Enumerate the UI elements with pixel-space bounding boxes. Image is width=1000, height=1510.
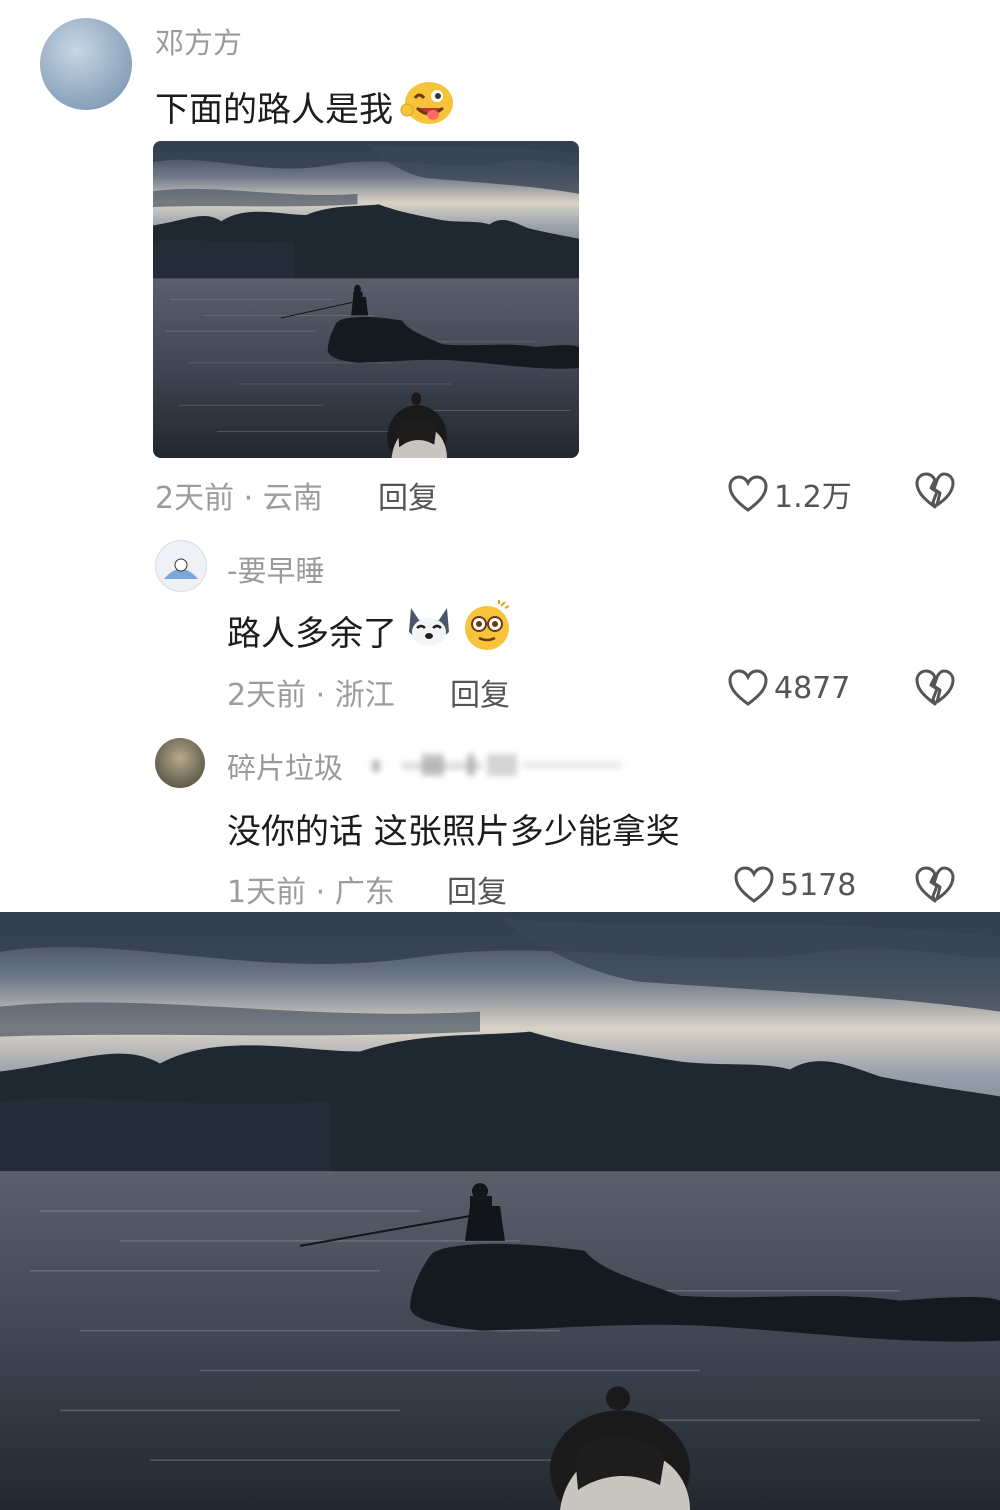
enlarged-photo xyxy=(0,912,1000,1510)
comment-text-content: 下面的路人是我 xyxy=(155,90,393,130)
reply-button[interactable]: 回复 xyxy=(378,473,438,517)
comment-meta: 2天前 · 浙江 xyxy=(227,678,395,713)
wink-tongue-emoji xyxy=(399,78,457,135)
heart-outline-icon xyxy=(728,669,768,706)
like-button[interactable]: 4877 xyxy=(728,669,850,707)
like-count: 1.2万 xyxy=(774,480,852,515)
like-count: 4877 xyxy=(774,670,851,706)
dislike-button[interactable] xyxy=(915,866,955,908)
heart-outline-icon xyxy=(734,866,774,903)
reply-button[interactable]: 回复 xyxy=(450,670,510,714)
comment-text-content: 路人多余了 xyxy=(227,614,397,654)
broken-heart-icon xyxy=(915,866,955,903)
broken-heart-icon xyxy=(915,472,955,509)
heart-outline-icon xyxy=(728,475,768,512)
comment-text: 没你的话 这张照片多少能拿奖 xyxy=(227,804,680,853)
dizzy-face-emoji xyxy=(461,600,513,661)
like-count: 5178 xyxy=(780,867,857,903)
broken-heart-icon xyxy=(915,669,955,706)
like-button[interactable]: 1.2万 xyxy=(728,472,852,516)
username[interactable]: -要早睡 xyxy=(227,548,324,590)
comment-photo-thumbnail[interactable] xyxy=(153,141,579,458)
username[interactable]: 邓方方 xyxy=(155,20,242,62)
like-button[interactable]: 5178 xyxy=(734,866,856,904)
blurred-badge xyxy=(372,752,622,778)
dislike-button[interactable] xyxy=(915,669,955,711)
avatar[interactable] xyxy=(40,18,132,110)
reply-button[interactable]: 回复 xyxy=(447,867,507,911)
avatar[interactable] xyxy=(155,540,207,592)
username[interactable]: 碎片垃圾 xyxy=(227,745,343,787)
comment-text: 下面的路人是我 xyxy=(155,78,457,135)
comment-meta: 2天前 · 云南 xyxy=(155,481,323,516)
comment-text-content: 没你的话 这张照片多少能拿奖 xyxy=(227,812,680,852)
dislike-button[interactable] xyxy=(915,472,955,514)
avatar[interactable] xyxy=(155,738,205,788)
husky-dog-emoji xyxy=(403,602,455,659)
comment-meta: 1天前 · 广东 xyxy=(227,875,395,910)
comment-text: 路人多余了 xyxy=(227,600,513,661)
